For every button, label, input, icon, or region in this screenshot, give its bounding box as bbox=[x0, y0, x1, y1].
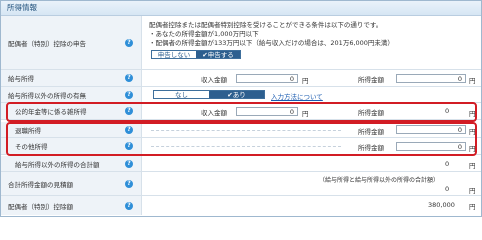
help-icon[interactable]: ? bbox=[125, 74, 133, 82]
toggle-no-declare[interactable]: 申告しない bbox=[152, 51, 196, 59]
row-label-cell: 合計所得金額の見積額 ? bbox=[1, 172, 142, 195]
highlight-box-retirement-other bbox=[6, 122, 477, 156]
toggle-none[interactable]: なし bbox=[154, 91, 209, 99]
row-label: 給与所得以外の所得の合計額 bbox=[15, 160, 100, 169]
help-icon[interactable]: ? bbox=[125, 159, 133, 168]
income-label: 所得金額 bbox=[358, 76, 384, 84]
row-non-salary-total: 給与所得以外の所得の合計額 ? 0 円 bbox=[1, 156, 481, 172]
row-spouse-deduction-amount: 配偶者（特別）控除額 ? 380,000 円 bbox=[1, 196, 481, 215]
row-content: 配偶者控除または配偶者特別控除を受けることができる条件は以下の通りです。 ・あな… bbox=[149, 16, 479, 69]
salary-revenue-input[interactable]: 0 bbox=[236, 74, 298, 83]
spouse-deduction-amount-value: 380,000 bbox=[428, 201, 455, 209]
row-label: 給与所得 bbox=[8, 75, 34, 83]
unit-yen: 円 bbox=[302, 77, 309, 85]
spouse-deduction-toggle: 申告しない ✔申告する bbox=[151, 50, 241, 59]
toggle-some-label: あり bbox=[232, 91, 246, 99]
section-title: 所得情報 bbox=[1, 1, 481, 16]
highlight-box-pension bbox=[6, 102, 477, 122]
total-estimate-value: 0 bbox=[445, 185, 450, 193]
input-method-link[interactable]: 入力方法について bbox=[271, 91, 323, 101]
toggle-some[interactable]: ✔あり bbox=[209, 91, 264, 99]
unit-yen: 円 bbox=[469, 203, 476, 211]
row-label: 給与所得以外の所得の有無 bbox=[8, 91, 86, 100]
non-salary-total-value: 0 bbox=[445, 160, 450, 168]
help-icon[interactable]: ? bbox=[125, 90, 133, 99]
unit-yen: 円 bbox=[469, 77, 476, 85]
income-info-panel: 所得情報 配偶者（特別）控除の申告 ? 配偶者控除または配偶者特別控除を受けるこ… bbox=[0, 0, 482, 217]
row-label-cell: 給与所得以外の所得の合計額 ? bbox=[1, 156, 142, 171]
deduction-note-line3: ・配偶者の所得金額が133万円以下（給与収入だけの場合は、201万6,000円未… bbox=[149, 39, 394, 47]
row-other-income-flag: 給与所得以外の所得の有無 ? なし ✔あり 入力方法について bbox=[1, 87, 481, 103]
row-label-cell: 配偶者（特別）控除の申告 ? bbox=[1, 16, 142, 69]
row-label: 配偶者（特別）控除額 bbox=[8, 202, 73, 211]
row-label-cell: 給与所得以外の所得の有無 ? bbox=[1, 87, 142, 102]
row-label-cell: 給与所得 ? bbox=[1, 70, 142, 86]
other-income-toggle: なし ✔あり bbox=[153, 90, 265, 99]
toggle-declare-label: 申告する bbox=[207, 51, 234, 59]
unit-yen: 円 bbox=[469, 187, 476, 195]
help-icon[interactable]: ? bbox=[125, 201, 133, 210]
help-icon[interactable]: ? bbox=[125, 38, 133, 47]
row-spouse-deduction: 配偶者（特別）控除の申告 ? 配偶者控除または配偶者特別控除を受けることができる… bbox=[1, 16, 481, 70]
row-label: 配偶者（特別）控除の申告 bbox=[8, 39, 86, 48]
help-icon[interactable]: ? bbox=[125, 179, 133, 188]
row-label-cell: 配偶者（特別）控除額 ? bbox=[1, 196, 142, 215]
unit-yen: 円 bbox=[469, 162, 476, 170]
row-label: 合計所得金額の見積額 bbox=[8, 180, 73, 189]
row-salary-income: 給与所得 ? 収入金額 0 円 所得金額 0 円 bbox=[1, 70, 481, 87]
revenue-label: 収入金額 bbox=[201, 76, 227, 84]
total-estimate-note: （給与所得と給与所得以外の所得の合計額） bbox=[319, 177, 440, 184]
salary-income-input[interactable]: 0 bbox=[396, 74, 466, 83]
row-total-estimate: 合計所得金額の見積額 ? （給与所得と給与所得以外の所得の合計額） 0 円 bbox=[1, 172, 481, 196]
toggle-declare[interactable]: ✔申告する bbox=[196, 51, 240, 59]
